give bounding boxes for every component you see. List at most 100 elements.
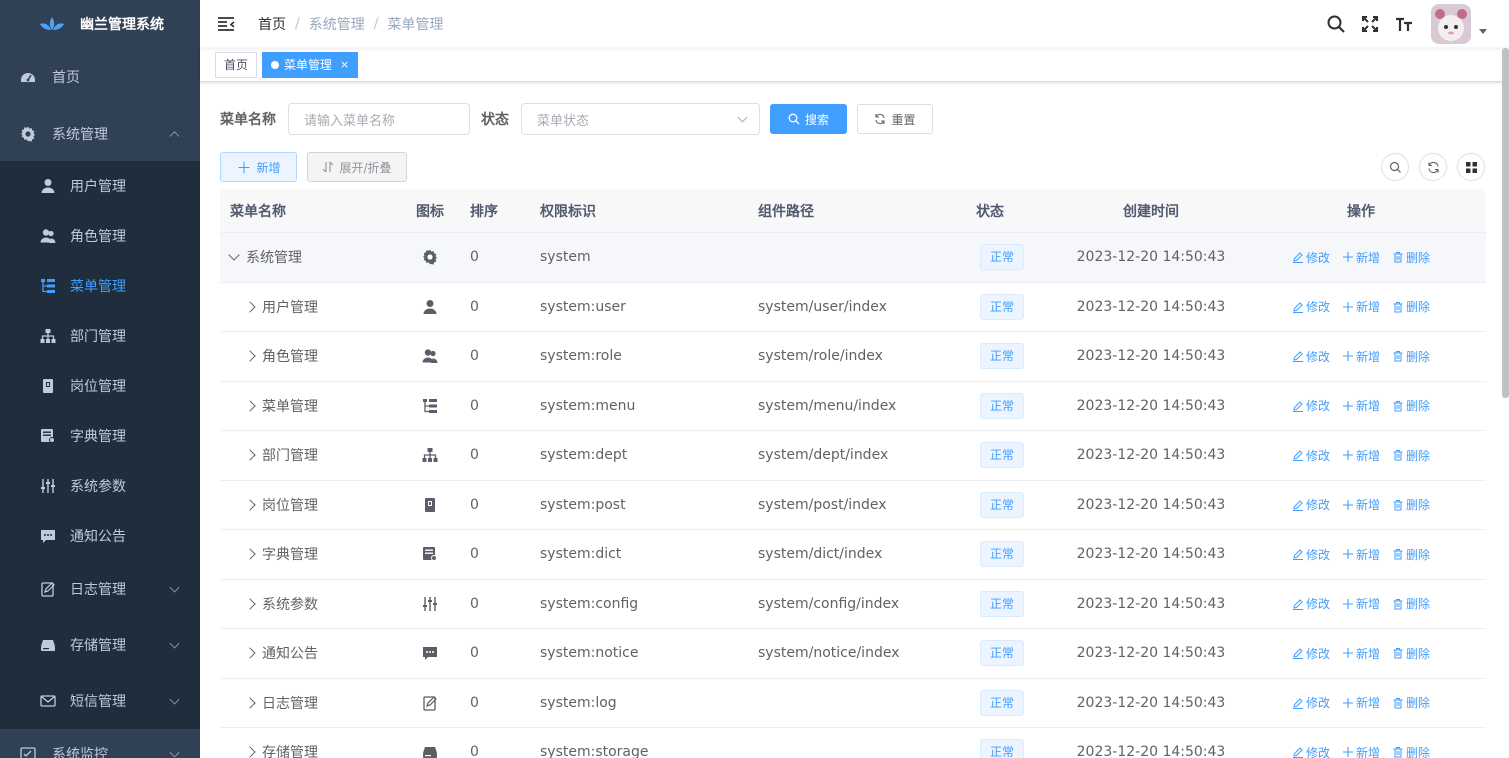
sidebar-item[interactable]: 首页 <box>0 52 200 102</box>
hamburger-icon[interactable] <box>216 14 236 34</box>
sidebar-item[interactable]: 通知公告 <box>0 511 200 561</box>
edit-button[interactable]: 修改 <box>1292 249 1330 266</box>
tag-current[interactable]: 菜单管理 × <box>262 51 359 78</box>
add-child-button[interactable]: 新增 <box>1342 496 1380 513</box>
sidebar-item[interactable]: 菜单管理 <box>0 261 200 311</box>
sidebar-item[interactable]: 日志管理 <box>0 561 200 617</box>
table-row[interactable]: 系统管理 0 system 正常 2023-12-20 14:50:43 修改 新增 删除 <box>220 233 1486 283</box>
plus-icon <box>1342 301 1356 313</box>
sidebar-item[interactable]: 系统监控 <box>0 729 200 758</box>
menu-name-cell: 字典管理 <box>220 544 400 564</box>
chevron-right-icon[interactable] <box>244 301 256 313</box>
delete-button[interactable]: 删除 <box>1392 298 1430 315</box>
expand-collapse-button[interactable]: 展开/折叠 <box>307 152 407 182</box>
sidebar-item[interactable]: 存储管理 <box>0 617 200 673</box>
tag-home[interactable]: 首页 <box>215 51 258 78</box>
status-select[interactable]: 菜单状态 <box>521 103 760 135</box>
trash-icon <box>1392 251 1406 263</box>
edit-icon <box>1292 350 1306 363</box>
delete-button[interactable]: 删除 <box>1392 397 1430 414</box>
sidebar-item[interactable]: 字典管理 <box>0 411 200 461</box>
edit-button[interactable]: 修改 <box>1292 496 1330 513</box>
add-child-button[interactable]: 新增 <box>1342 397 1380 414</box>
edit-button[interactable]: 修改 <box>1292 595 1330 612</box>
table-row[interactable]: 角色管理 0 system:role system/role/index 正常 2023-… <box>220 332 1486 382</box>
add-child-button[interactable]: 新增 <box>1342 447 1380 464</box>
chevron-right-icon[interactable] <box>244 746 256 758</box>
chevron-right-icon[interactable] <box>244 499 256 511</box>
refresh-button[interactable] <box>1419 153 1447 181</box>
add-child-button[interactable]: 新增 <box>1342 744 1380 758</box>
scrollbar[interactable] <box>1502 48 1509 398</box>
delete-button[interactable]: 删除 <box>1392 447 1430 464</box>
status-badge: 正常 <box>980 392 1025 419</box>
add-child-button[interactable]: 新增 <box>1342 348 1380 365</box>
sidebar-item[interactable]: 系统参数 <box>0 461 200 511</box>
search-button[interactable]: 搜索 <box>770 104 847 134</box>
add-button[interactable]: ＋ 新增 <box>220 152 297 182</box>
delete-button[interactable]: 删除 <box>1392 249 1430 266</box>
menu-name-cell: 菜单管理 <box>220 396 400 416</box>
edit-button[interactable]: 修改 <box>1292 348 1330 365</box>
chevron-right-icon[interactable] <box>244 350 256 362</box>
chevron-right-icon[interactable] <box>244 400 256 412</box>
delete-button[interactable]: 删除 <box>1392 595 1430 612</box>
caret-down-icon[interactable] <box>1479 28 1487 34</box>
delete-button[interactable]: 删除 <box>1392 496 1430 513</box>
edit-button[interactable]: 修改 <box>1292 694 1330 711</box>
table-row[interactable]: 通知公告 0 system:notice system/notice/index 正常 2… <box>220 629 1486 679</box>
font-size-icon[interactable] <box>1387 0 1421 48</box>
close-icon[interactable]: × <box>340 53 349 77</box>
table-row[interactable]: 系统参数 0 system:config system/config/index 正常 2… <box>220 580 1486 629</box>
chevron-right-icon[interactable] <box>244 449 256 461</box>
sidebar-item[interactable]: 部门管理 <box>0 311 200 361</box>
menu-name-input[interactable]: 请输入菜单名称 <box>288 103 470 135</box>
delete-button[interactable]: 删除 <box>1392 744 1430 758</box>
add-child-button[interactable]: 新增 <box>1342 249 1380 266</box>
chevron-down-icon[interactable] <box>228 249 240 261</box>
table-row[interactable]: 部门管理 0 system:dept system/dept/index 正常 2023-… <box>220 431 1486 481</box>
add-child-button[interactable]: 新增 <box>1342 298 1380 315</box>
table-row[interactable]: 用户管理 0 system:user system/user/index 正常 2023-… <box>220 283 1486 332</box>
edit-button[interactable]: 修改 <box>1292 298 1330 315</box>
edit-button[interactable]: 修改 <box>1292 645 1330 662</box>
sidebar-item[interactable]: 岗位管理 <box>0 361 200 411</box>
search-icon[interactable] <box>1319 0 1353 48</box>
table-row[interactable]: 字典管理 0 system:dict system/dict/index 正常 2023-… <box>220 530 1486 580</box>
sidebar-item[interactable]: 系统管理 <box>0 106 200 161</box>
chevron-right-icon[interactable] <box>244 647 256 659</box>
delete-button[interactable]: 删除 <box>1392 348 1430 365</box>
edit-button[interactable]: 修改 <box>1292 397 1330 414</box>
avatar[interactable] <box>1431 4 1471 44</box>
logo[interactable]: 幽兰管理系统 <box>0 0 200 48</box>
add-child-button[interactable]: 新增 <box>1342 694 1380 711</box>
add-child-button[interactable]: 新增 <box>1342 546 1380 563</box>
sidebar-item[interactable]: 用户管理 <box>0 161 200 211</box>
reset-button[interactable]: 重置 <box>857 104 933 134</box>
sidebar-item[interactable]: 短信管理 <box>0 673 200 729</box>
tree-icon <box>40 328 56 344</box>
table-row[interactable]: 日志管理 0 system:log 正常 2023-12-20 14:50:43 修改 新增… <box>220 679 1486 728</box>
delete-button[interactable]: 删除 <box>1392 645 1430 662</box>
breadcrumb-home[interactable]: 首页 <box>258 14 286 34</box>
create-time: 2023-12-20 14:50:43 <box>1076 744 1226 758</box>
edit-button[interactable]: 修改 <box>1292 546 1330 563</box>
fullscreen-icon[interactable] <box>1353 0 1387 48</box>
delete-button[interactable]: 删除 <box>1392 694 1430 711</box>
columns-button[interactable] <box>1457 153 1485 181</box>
chevron-right-icon[interactable] <box>244 598 256 610</box>
sidebar-item[interactable]: 角色管理 <box>0 211 200 261</box>
chevron-right-icon[interactable] <box>244 697 256 709</box>
add-child-button[interactable]: 新增 <box>1342 595 1380 612</box>
edit-button[interactable]: 修改 <box>1292 744 1330 758</box>
edit-button[interactable]: 修改 <box>1292 447 1330 464</box>
chevron-right-icon[interactable] <box>244 548 256 560</box>
delete-button[interactable]: 删除 <box>1392 546 1430 563</box>
table-row[interactable]: 岗位管理 0 system:post system/post/index 正常 2023-… <box>220 481 1486 530</box>
add-child-button[interactable]: 新增 <box>1342 645 1380 662</box>
component-value: system/post/index <box>758 496 887 513</box>
sidebar-item-label: 岗位管理 <box>70 379 126 395</box>
table-row[interactable]: 存储管理 0 system:storage 正常 2023-12-20 14:50:43… <box>220 728 1486 758</box>
table-row[interactable]: 菜单管理 0 system:menu system/menu/index 正常 2023-… <box>220 382 1486 431</box>
toggle-search-button[interactable] <box>1381 153 1409 181</box>
